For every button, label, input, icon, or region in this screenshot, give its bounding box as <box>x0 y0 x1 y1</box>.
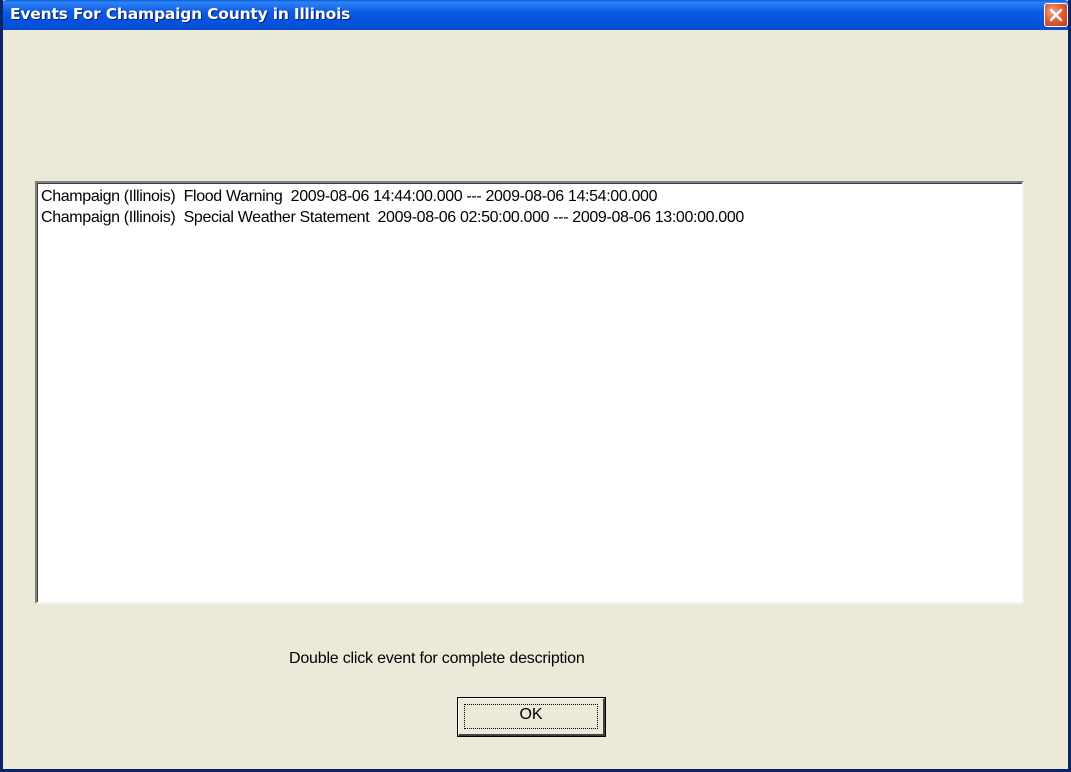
events-listbox[interactable]: Champaign (Illinois) Flood Warning 2009-… <box>35 181 1024 604</box>
window-title: Events For Champaign County in Illinois <box>10 5 351 23</box>
close-button[interactable] <box>1044 3 1068 27</box>
event-list-item[interactable]: Champaign (Illinois) Flood Warning 2009-… <box>37 186 1022 207</box>
instruction-label: Double click event for complete descript… <box>289 650 585 667</box>
events-list: Champaign (Illinois) Flood Warning 2009-… <box>37 183 1022 228</box>
close-icon <box>1049 8 1063 22</box>
event-list-item[interactable]: Champaign (Illinois) Special Weather Sta… <box>37 207 1022 228</box>
title-bar[interactable]: Events For Champaign County in Illinois <box>3 0 1068 30</box>
events-dialog: Events For Champaign County in Illinois … <box>0 0 1071 772</box>
ok-button-label: OK <box>519 706 543 723</box>
ok-button[interactable]: OK <box>457 697 606 737</box>
